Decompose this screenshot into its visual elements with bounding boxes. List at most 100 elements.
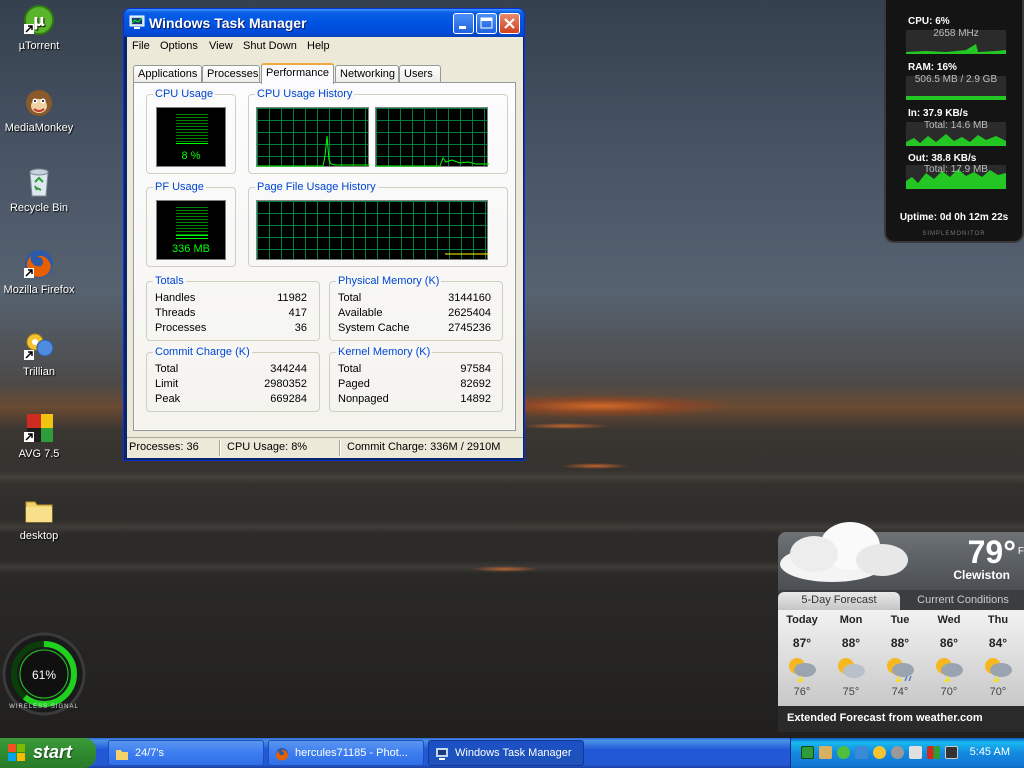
tab-5-day-forecast[interactable]: 5-Day Forecast xyxy=(778,592,900,610)
stat-physical-total: Total 3144160 xyxy=(338,292,491,306)
menu-shut-down[interactable]: Shut Down xyxy=(243,40,297,52)
menu-options[interactable]: Options xyxy=(160,40,198,52)
menu-help[interactable]: Help xyxy=(307,40,330,52)
tab-applications[interactable]: Applications xyxy=(133,65,202,83)
taskbar: start 24/7's hercules71185 - Phot... Win… xyxy=(0,738,1024,768)
forecast-high: 86° xyxy=(939,636,959,650)
stat-label: Processes xyxy=(155,322,207,334)
cpu-history-graph-core1 xyxy=(256,107,370,167)
pf-meter-fill xyxy=(176,235,208,239)
taskbar-task-task-manager[interactable]: Windows Task Manager xyxy=(428,740,584,766)
stat-label: Total xyxy=(338,363,362,375)
simple-monitor-gadget[interactable]: CPU: 6% 2658 MHz RAM: 16% 506.5 MB / 2.9… xyxy=(884,0,1024,243)
physical-memory-group: Physical Memory (K) Total 3144160 Availa… xyxy=(329,275,503,341)
maximize-icon xyxy=(480,17,493,29)
kernel-memory-group: Kernel Memory (K) Total 97584 Paged 8269… xyxy=(329,346,503,412)
avg-icon xyxy=(23,412,55,444)
pf-usage-group: PF Usage 336 MB xyxy=(146,181,236,267)
window-body: File Options View Shut Down Help Applica… xyxy=(127,37,523,458)
stat-value: 2745236 xyxy=(448,322,491,334)
taskbar-task-folder[interactable]: 24/7's xyxy=(108,740,264,766)
desktop-icon-label: Mozilla Firefox xyxy=(3,284,75,296)
clock[interactable]: 5:45 AM xyxy=(970,746,1010,758)
tray-mediamonkey-icon[interactable] xyxy=(819,746,832,759)
extended-forecast-link[interactable]: Extended Forecast from weather.com xyxy=(778,706,1024,732)
sm-in-label: In: 37.9 KB/s xyxy=(908,108,969,119)
task-label: Windows Task Manager xyxy=(455,747,572,759)
desktop-icon-trillian[interactable]: Trillian xyxy=(0,330,78,378)
stat-value: 97584 xyxy=(460,363,491,375)
tab-processes[interactable]: Processes xyxy=(202,65,260,83)
tray-network-icon[interactable] xyxy=(855,746,868,759)
tray-task-manager-icon[interactable] xyxy=(945,746,958,759)
forecast-panel: Today Mon Tue Wed Thu 87° 88° 88° 86° 84… xyxy=(778,610,1024,706)
task-manager-icon xyxy=(436,748,448,760)
desktop-icon-label: µTorrent xyxy=(18,40,60,52)
wireless-signal-gadget[interactable]: 61% WIRELESS SIGNAL xyxy=(2,626,90,722)
pf-history-graph xyxy=(256,200,489,260)
tab-networking[interactable]: Networking xyxy=(335,65,399,83)
desktop-icon-folder[interactable]: desktop xyxy=(0,494,78,542)
tab-strip: Applications Processes Performance Netwo… xyxy=(133,63,513,84)
close-button[interactable] xyxy=(499,13,520,34)
task-manager-icon xyxy=(129,15,145,30)
title-bar[interactable]: Windows Task Manager xyxy=(124,9,524,37)
forecast-low: 76° xyxy=(793,686,811,698)
desktop-icon-utorrent[interactable]: µ µTorrent xyxy=(0,4,78,52)
tray-safely-remove-icon[interactable] xyxy=(909,746,922,759)
stat-value: 417 xyxy=(288,307,307,319)
task-label: hercules71185 - Phot... xyxy=(295,747,408,759)
forecast-day: Today xyxy=(786,614,818,626)
stat-label: Threads xyxy=(155,307,196,319)
kernel-memory-label: Kernel Memory (K) xyxy=(336,346,433,358)
menu-file[interactable]: File xyxy=(132,40,150,52)
weather-gadget[interactable]: 79° F Clewiston 5-Day Forecast Current C… xyxy=(778,520,1024,732)
tray-volume-icon[interactable] xyxy=(891,746,904,759)
desktop-icon-mediamonkey[interactable]: MediaMonkey xyxy=(0,86,78,134)
task-manager-window[interactable]: Windows Task Manager File Options View S… xyxy=(123,8,525,461)
status-processes: Processes: 36 xyxy=(129,441,199,453)
stat-label: System Cache xyxy=(338,322,410,334)
stat-kernel-paged: Paged 82692 xyxy=(338,378,491,392)
forecast-day: Tue xyxy=(890,614,910,626)
tray-avg-icon[interactable] xyxy=(927,746,940,759)
maximize-button[interactable] xyxy=(476,13,497,34)
pf-usage-value: 336 MB xyxy=(172,243,210,255)
stat-commit-limit: Limit 2980352 xyxy=(155,378,307,392)
weather-city: Clewiston xyxy=(953,568,1010,582)
stat-label: Handles xyxy=(155,292,196,304)
tray-trillian-icon[interactable] xyxy=(873,746,886,759)
desktop-icon-recycle-bin[interactable]: Recycle Bin xyxy=(0,166,78,214)
forecast-high: 88° xyxy=(890,636,910,650)
status-commit: Commit Charge: 336M / 2910M xyxy=(347,441,501,453)
system-tray: 5:45 AM xyxy=(790,738,1024,768)
forecast-day: Wed xyxy=(937,614,961,626)
partly-cloudy-icon xyxy=(838,658,865,678)
sm-out-label: Out: 38.8 KB/s xyxy=(908,153,977,164)
tab-performance[interactable]: Performance xyxy=(261,63,334,84)
thunderstorm-icon xyxy=(936,658,963,682)
desktop-icon-firefox[interactable]: Mozilla Firefox xyxy=(0,248,78,296)
tab-users[interactable]: Users xyxy=(399,65,441,83)
tray-monitor-icon[interactable] xyxy=(801,746,814,759)
tab-current-conditions[interactable]: Current Conditions xyxy=(902,592,1024,610)
stat-value: 82692 xyxy=(460,378,491,390)
stat-value: 3144160 xyxy=(448,292,491,304)
minimize-icon xyxy=(459,26,466,29)
stat-label: Peak xyxy=(155,393,181,405)
menu-view[interactable]: View xyxy=(209,40,233,52)
desktop-icon-label: MediaMonkey xyxy=(4,122,74,134)
start-label: start xyxy=(33,742,73,762)
minimize-button[interactable] xyxy=(453,13,474,34)
tray-utorrent-icon[interactable] xyxy=(837,746,850,759)
taskbar-task-firefox[interactable]: hercules71185 - Phot... xyxy=(268,740,424,766)
menu-bar: File Options View Shut Down Help xyxy=(127,37,523,55)
totals-group: Totals Handles 11982 Threads 417 Process… xyxy=(146,275,320,341)
window-title: Windows Task Manager xyxy=(149,15,307,31)
forecast-low: 75° xyxy=(842,686,860,698)
desktop-icon-avg[interactable]: AVG 7.5 xyxy=(0,412,78,460)
sun-reflection xyxy=(560,463,630,469)
wireless-label: WIRELESS SIGNAL xyxy=(9,704,79,710)
weather-unit: F xyxy=(1017,546,1024,557)
start-button[interactable]: start xyxy=(0,738,96,768)
